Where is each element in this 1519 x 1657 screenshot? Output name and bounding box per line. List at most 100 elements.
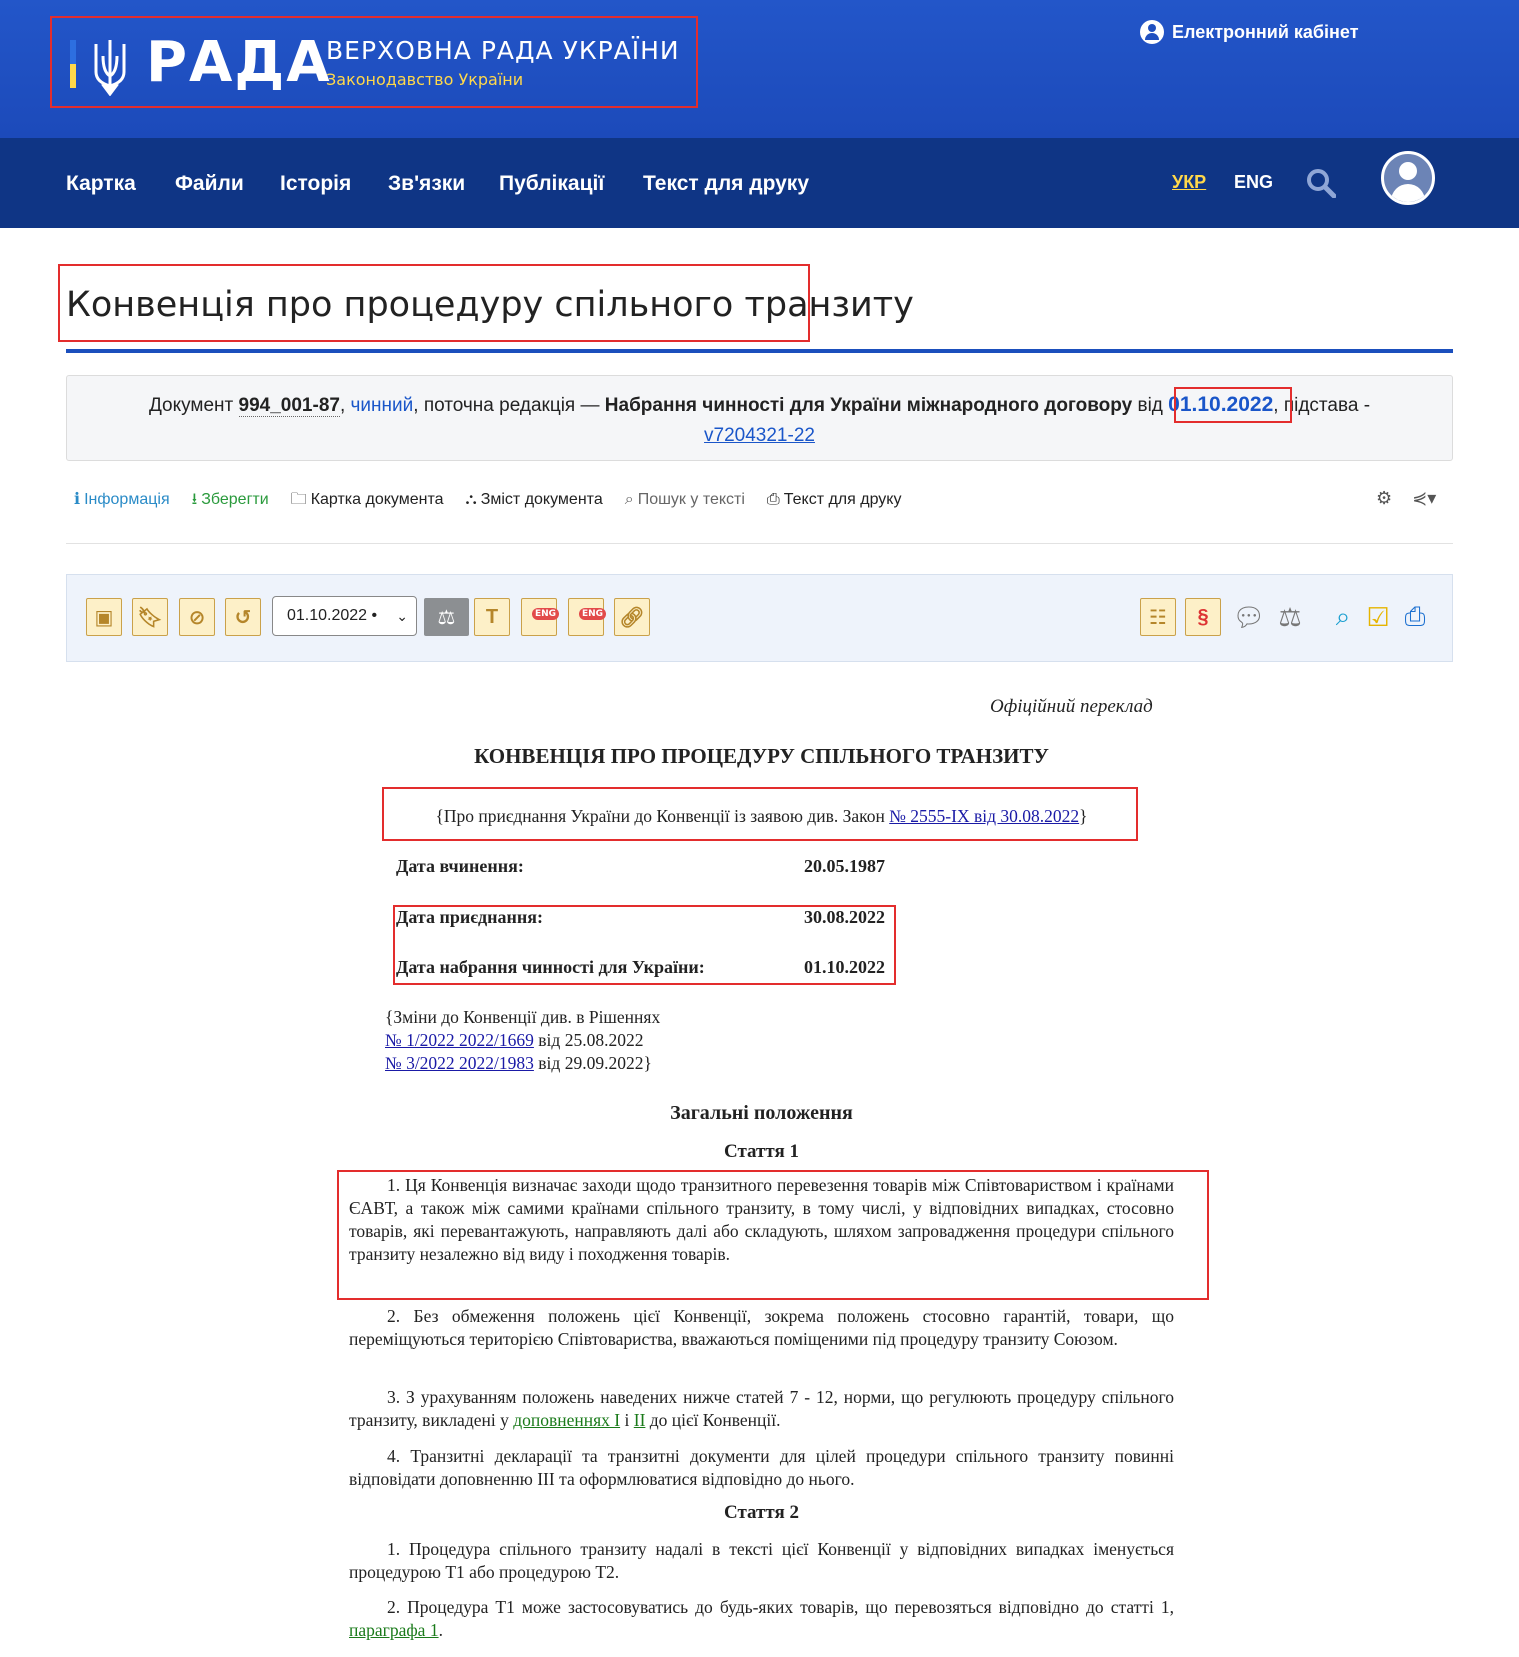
bookmark-icon[interactable]: 🔖︎ <box>132 598 168 636</box>
logo-wordmark[interactable]: РАДА <box>146 28 332 98</box>
paragraph-2-end: . <box>438 1620 443 1640</box>
nav-publications[interactable]: Публікації <box>499 170 604 198</box>
section-title: Загальні положення <box>670 1102 853 1124</box>
search-text-tab[interactable]: ⌕ Пошук у тексті <box>625 488 745 512</box>
decision-link-2[interactable]: № 3/2022 2022/1983 <box>385 1053 534 1073</box>
justice-scale-icon[interactable]: ⚖ <box>1272 598 1308 636</box>
eng-translation-icon[interactable]: ENG <box>521 598 560 636</box>
attachment-icon[interactable]: ⊘ <box>179 598 215 636</box>
official-translation: Офіційний переклад <box>990 696 1153 717</box>
article-1-paragraph-3: 3. З урахуванням положень наведених нижч… <box>349 1386 1174 1432</box>
settings-icon[interactable]: ⚙ <box>1376 488 1392 509</box>
share-icon[interactable]: ⋞▾ <box>1412 488 1436 509</box>
right-tools: ⚙ ⋞▾ <box>1376 488 1436 509</box>
page-title: Конвенція про процедуру спільного транзи… <box>66 285 914 325</box>
title-underline <box>66 349 1453 353</box>
entry-into-force-value: 01.10.2022 <box>804 957 885 977</box>
article-1-paragraph-2: 2. Без обмеження положень цієї Конвенції… <box>349 1306 1174 1349</box>
print-icon[interactable]: ⎙ <box>1397 598 1433 636</box>
article-1-paragraph-4: 4. Транзитні декларації та транзитні док… <box>349 1446 1174 1489</box>
eng-badge: ENG <box>579 608 607 620</box>
status-current: , поточна редакція — <box>413 395 600 416</box>
status-separator: , <box>339 395 346 416</box>
card-tab[interactable]: 🗀 Картка документа <box>291 488 444 512</box>
accession-date-label: Дата приєднання: <box>396 907 543 927</box>
article-1-paragraph-1: 1. Ця Конвенція визначає заходи щодо тра… <box>349 1175 1174 1264</box>
search-doc-icon[interactable]: ⌕ <box>1325 598 1361 636</box>
lang-eng[interactable]: ENG <box>1234 170 1273 194</box>
printer-icon: ⎙ <box>766 491 780 508</box>
paragraph-3-mid: і <box>620 1410 634 1430</box>
nav-history[interactable]: Історія <box>280 170 351 198</box>
print-tab[interactable]: ⎙ Текст для друку <box>767 488 902 512</box>
history-icon[interactable]: ↺ <box>225 598 261 636</box>
law-link[interactable]: № 2555-IX від 30.08.2022 <box>889 806 1079 826</box>
accession-note-text: {Про приєднання України до Конвенції із … <box>435 806 890 826</box>
electronic-cabinet-link[interactable]: Електронний кабінет <box>1140 20 1359 44</box>
paragraph-icon[interactable]: § <box>1185 598 1221 636</box>
user-avatar-icon[interactable] <box>1381 151 1435 205</box>
changes-intro: {Зміни до Конвенції див. в Рішеннях <box>385 1007 661 1027</box>
checkbox-icon[interactable]: ☑ <box>1360 598 1396 636</box>
lang-ukr[interactable]: УКР <box>1172 170 1206 194</box>
conclusion-date-value: 20.05.1987 <box>804 856 885 876</box>
trident-icon[interactable] <box>70 36 140 96</box>
date-highlight-box <box>1174 387 1292 423</box>
appendix-2-link[interactable]: II <box>634 1410 646 1430</box>
divider <box>66 543 1453 544</box>
save-tab[interactable]: ⭳ Зберегти <box>192 488 269 512</box>
link-icon[interactable]: 🔗︎ <box>614 598 650 636</box>
cabinet-label: Електронний кабінет <box>1172 22 1359 42</box>
print-label: Текст для друку <box>783 491 902 508</box>
search-icon[interactable] <box>1306 168 1336 198</box>
change-row: № 3/2022 2022/1983 від 29.09.2022} <box>385 1052 885 1075</box>
accession-date-value: 30.08.2022 <box>804 907 885 927</box>
download-icon: ⭳ <box>191 491 198 508</box>
entry-into-force-label: Дата набрання чинності для України: <box>396 957 705 977</box>
article-2-paragraph-1: 1. Процедура спільного транзиту надалі в… <box>349 1539 1174 1582</box>
contents-label: Зміст документа <box>480 491 603 508</box>
archive-icon[interactable]: ▣ <box>86 598 122 636</box>
redaction-name: Набрання чинності для України міжнародно… <box>604 395 1133 416</box>
text-icon[interactable]: T <box>474 598 510 636</box>
nav-print-text[interactable]: Текст для друку <box>643 170 809 198</box>
org-name: ВЕРХОВНА РАДА УКРАЇНИ <box>326 36 680 65</box>
date-select-value: 01.10.2022 • <box>287 607 378 624</box>
compare-scale-icon[interactable]: ⚖ <box>424 598 469 636</box>
accession-note-end: } <box>1079 806 1088 826</box>
article-2-heading: Стаття 2 <box>724 1502 799 1523</box>
doc-number[interactable]: 994_001-87 <box>238 395 340 417</box>
info-label: Інформація <box>84 491 170 508</box>
org-subtitle: Законодавство України <box>326 70 524 89</box>
basis-link[interactable]: v7204321-22 <box>704 425 815 446</box>
user-circle-icon <box>1140 20 1164 44</box>
nav-links[interactable]: Зв'язки <box>388 170 465 198</box>
nav-card[interactable]: Картка <box>66 170 136 198</box>
article-1-heading: Стаття 1 <box>724 1141 799 1162</box>
nav-files[interactable]: Файли <box>175 170 244 198</box>
doc-state-link[interactable]: чинний <box>351 395 414 416</box>
decision-link-1[interactable]: № 1/2022 2022/1669 <box>385 1030 534 1050</box>
magnifier-icon: ⌕ <box>624 491 634 508</box>
redaction-date-select[interactable]: 01.10.2022 • ⌄ <box>272 596 417 636</box>
document-tools: ℹ Інформація ⭳ Зберегти 🗀 Картка документа … <box>74 488 901 512</box>
status-prefix: Документ <box>148 395 234 416</box>
contents-tab[interactable]: ⛬ Зміст документа <box>466 488 603 512</box>
sitemap-icon: ⛬ <box>465 491 477 508</box>
eng-translation-alt-icon[interactable]: ENG <box>568 598 607 636</box>
decision-date-2: від 29.09.2022} <box>533 1053 652 1073</box>
paragraph-1-link[interactable]: параграфа 1 <box>349 1620 439 1640</box>
paragraph-2-text: 2. Процедура T1 може застосовуватись до … <box>387 1597 1174 1617</box>
change-row: № 1/2022 2022/1669 від 25.08.2022 <box>385 1029 885 1052</box>
chevron-down-icon: ⌄ <box>396 608 408 624</box>
folder-icon: 🗀 <box>290 491 307 508</box>
comments-icon[interactable]: 💬︎ <box>1231 598 1267 636</box>
document-heading: КОНВЕНЦІЯ ПРО ПРОЦЕДУРУ СПІЛЬНОГО ТРАНЗИ… <box>474 744 1049 768</box>
paragraph-3-end: до цієї Конвенції. <box>645 1410 781 1430</box>
related-docs-icon[interactable]: ☷ <box>1140 598 1176 636</box>
info-tab[interactable]: ℹ Інформація <box>74 488 170 512</box>
accession-note: {Про приєднання України до Конвенції із … <box>349 805 1174 828</box>
conclusion-date-label: Дата вчинення: <box>396 856 524 876</box>
appendix-1-link[interactable]: доповненнях I <box>513 1410 620 1430</box>
card-label: Картка документа <box>310 491 444 508</box>
